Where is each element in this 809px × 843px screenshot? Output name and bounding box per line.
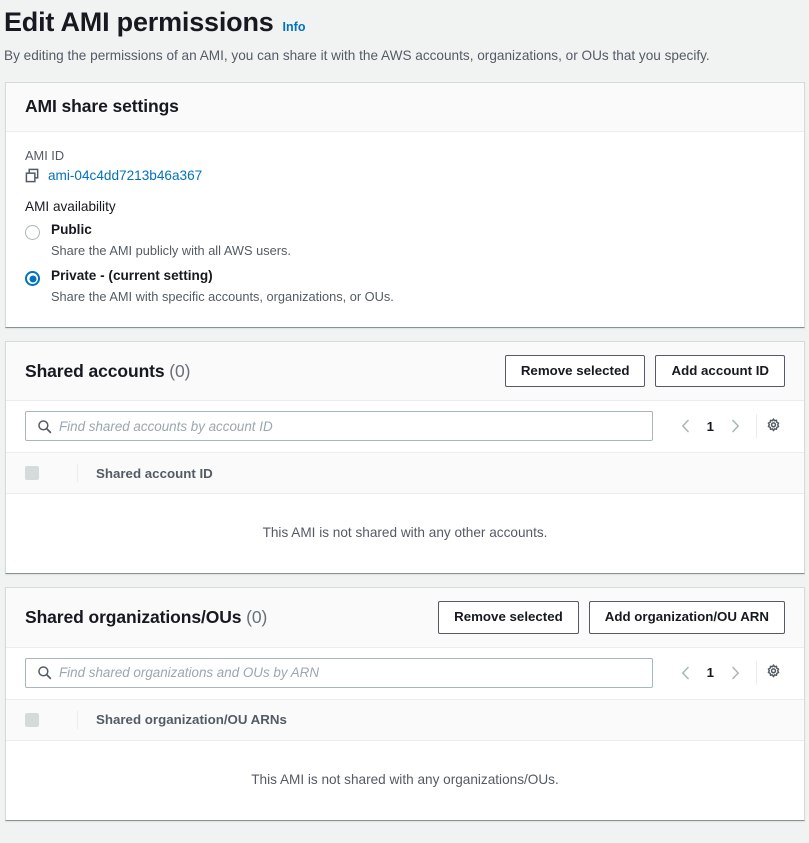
shared-organizations-toolbar: 1 — [6, 647, 804, 699]
chevron-left-icon — [682, 419, 689, 433]
shared-accounts-count: (0) — [169, 360, 191, 381]
ami-share-settings-title: AMI share settings — [25, 96, 179, 117]
shared-accounts-panel: Shared accounts (0) Remove selected Add … — [5, 340, 805, 575]
ami-id-row: ami-04c4dd7213b46a367 — [25, 168, 785, 183]
shared-accounts-prev-page-button[interactable] — [675, 414, 697, 438]
page-title: Edit AMI permissions — [4, 7, 274, 37]
header-cell-divider — [77, 710, 78, 729]
gear-icon — [767, 664, 779, 678]
shared-accounts-empty-message: This AMI is not shared with any other ac… — [262, 525, 548, 541]
shared-account-id-column-header: Shared account ID — [96, 465, 213, 481]
shared-organizations-empty-message: This AMI is not shared with any organiza… — [251, 771, 559, 787]
shared-accounts-header: Shared accounts (0) Remove selected Add … — [6, 341, 804, 402]
edit-ami-permissions-page: Edit AMI permissions Info By editing the… — [0, 0, 809, 843]
shared-organizations-select-all-cell — [25, 712, 77, 727]
remove-selected-organizations-button[interactable]: Remove selected — [438, 601, 579, 634]
select-all-checkbox[interactable] — [25, 712, 39, 727]
chevron-left-icon — [682, 666, 689, 679]
shared-organizations-prev-page-button[interactable] — [675, 661, 697, 685]
shared-organizations-table-header: Shared organization/OU ARNs — [6, 698, 804, 741]
shared-accounts-search-input[interactable] — [59, 412, 652, 441]
radio-private-indicator[interactable] — [25, 271, 40, 287]
add-account-id-button[interactable]: Add account ID — [655, 354, 785, 388]
shared-organizations-actions: Remove selected Add organization/OU ARN — [438, 601, 785, 634]
shared-accounts-title-text: Shared accounts — [25, 360, 165, 381]
shared-organization-ou-arns-column-header: Shared organization/OU ARNs — [96, 712, 287, 728]
shared-accounts-title: Shared accounts (0) — [25, 361, 190, 382]
shared-organizations-header: Shared organizations/OUs (0) Remove sele… — [6, 588, 804, 648]
page-description: By editing the permissions of an AMI, yo… — [4, 48, 710, 64]
chevron-right-icon — [731, 419, 739, 433]
shared-organizations-page-number[interactable]: 1 — [701, 665, 720, 680]
radio-public-label: Public — [51, 221, 92, 237]
radio-public-texts: Public Share the AMI publicly with all A… — [51, 222, 291, 260]
header-cell-divider — [77, 464, 78, 483]
ami-share-settings-body: AMI ID ami-04c4dd7213b46a367 AMI availab… — [6, 132, 804, 327]
chevron-right-icon — [731, 666, 739, 679]
select-all-checkbox[interactable] — [25, 466, 39, 481]
radio-private-label: Private - (current setting) — [51, 268, 213, 284]
shared-organizations-settings-button[interactable] — [757, 660, 789, 686]
shared-organizations-search-input[interactable] — [59, 658, 652, 687]
shared-organizations-next-page-button[interactable] — [724, 661, 746, 685]
search-icon — [38, 419, 52, 433]
radio-private-texts: Private - (current setting) Share the AM… — [51, 268, 394, 306]
shared-accounts-actions: Remove selected Add account ID — [504, 354, 785, 388]
shared-organizations-title: Shared organizations/OUs (0) — [25, 607, 267, 628]
ami-share-settings-header: AMI share settings — [6, 82, 804, 132]
remove-selected-accounts-button[interactable]: Remove selected — [504, 354, 646, 388]
copy-icon[interactable] — [25, 168, 40, 183]
shared-organizations-search-wrap[interactable] — [25, 657, 653, 688]
gear-icon — [767, 418, 779, 432]
ami-availability-label: AMI availability — [25, 198, 116, 214]
shared-organizations-panel: Shared organizations/OUs (0) Remove sele… — [5, 587, 805, 821]
search-icon — [38, 666, 52, 680]
add-organization-ou-arn-button[interactable]: Add organization/OU ARN — [588, 601, 785, 634]
radio-public-indicator[interactable] — [25, 224, 40, 240]
shared-accounts-pagination: 1 — [653, 414, 756, 438]
shared-organizations-count: (0) — [246, 606, 268, 627]
shared-accounts-search-wrap[interactable] — [25, 411, 653, 442]
shared-accounts-settings-button[interactable] — [757, 413, 789, 439]
radio-private-description: Share the AMI with specific accounts, or… — [51, 289, 394, 305]
ami-share-settings-panel: AMI share settings AMI ID ami-04c4dd7213… — [5, 81, 805, 328]
shared-organizations-title-text: Shared organizations/OUs — [25, 606, 242, 627]
shared-accounts-select-all-cell — [25, 466, 77, 481]
shared-accounts-toolbar: 1 — [6, 401, 804, 453]
page-header: Edit AMI permissions Info By editing the… — [0, 0, 809, 66]
radio-public-description: Share the AMI publicly with all AWS user… — [51, 242, 291, 258]
title-row: Edit AMI permissions Info — [4, 6, 809, 38]
ami-id-link[interactable]: ami-04c4dd7213b46a367 — [48, 168, 202, 183]
shared-organizations-pagination: 1 — [653, 661, 756, 685]
ami-id-label: AMI ID — [25, 147, 65, 163]
radio-option-public[interactable]: Public Share the AMI publicly with all A… — [25, 222, 785, 260]
shared-accounts-table-header: Shared account ID — [6, 452, 804, 495]
info-link[interactable]: Info — [283, 20, 306, 34]
shared-accounts-page-number[interactable]: 1 — [701, 419, 720, 434]
radio-option-private[interactable]: Private - (current setting) Share the AM… — [25, 268, 785, 306]
shared-accounts-next-page-button[interactable] — [724, 414, 746, 438]
